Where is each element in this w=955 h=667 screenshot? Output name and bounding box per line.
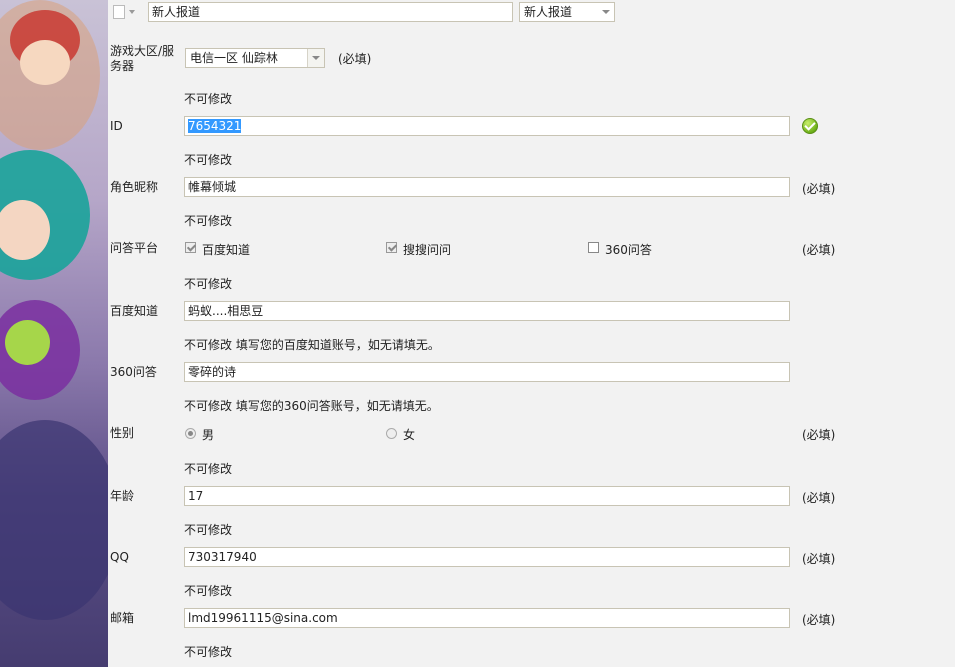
checkbox-360[interactable]	[588, 242, 599, 253]
qq-required: (必填)	[802, 552, 836, 566]
nickname-input[interactable]: 帷幕倾城	[184, 177, 790, 197]
radio-male-label: 男	[202, 428, 215, 442]
document-icon[interactable]	[113, 5, 125, 19]
email-required: (必填)	[802, 613, 836, 627]
chevron-down-icon[interactable]	[129, 10, 135, 14]
check-ok-icon	[802, 118, 818, 134]
id-note: 不可修改	[184, 92, 233, 106]
checkbox-360-label: 360问答	[605, 243, 652, 257]
id-value: 7654321	[188, 119, 242, 133]
platform-note: 不可修改	[184, 214, 233, 228]
decorative-art-panel	[0, 0, 108, 667]
baidu-input[interactable]: 蚂蚁....相思豆	[184, 301, 790, 321]
radio-male[interactable]	[185, 428, 196, 439]
age-label: 年龄	[110, 489, 135, 503]
category-select[interactable]: 新人报道	[519, 2, 615, 22]
checkbox-soso[interactable]	[386, 242, 397, 253]
platform-required: (必填)	[802, 243, 836, 257]
checkbox-soso-label: 搜搜问问	[403, 243, 452, 257]
gender-required: (必填)	[802, 428, 836, 442]
report-form: 新人报道 新人报道 游戏大区/服务器 电信一区 仙踪林 (必填) 不可修改 ID…	[108, 0, 955, 667]
nickname-required: (必填)	[802, 182, 836, 196]
platform-label: 问答平台	[110, 241, 159, 255]
email-note: 不可修改	[184, 584, 233, 598]
qq-label: QQ	[110, 550, 129, 564]
age-note: 不可修改	[184, 462, 233, 476]
age-input[interactable]: 17	[184, 486, 790, 506]
qq-note: 不可修改	[184, 523, 233, 537]
nickname-label: 角色昵称	[110, 180, 159, 194]
q360-label: 360问答	[110, 365, 157, 379]
age-required: (必填)	[802, 491, 836, 505]
footer-note: 不可修改	[184, 645, 233, 659]
gender-label: 性别	[110, 426, 135, 440]
email-label: 邮箱	[110, 611, 135, 625]
checkbox-baidu[interactable]	[185, 242, 196, 253]
checkbox-baidu-label: 百度知道	[202, 243, 251, 257]
id-input[interactable]: 7654321	[184, 116, 790, 136]
post-title-input[interactable]: 新人报道	[148, 2, 513, 22]
id-label: ID	[110, 119, 123, 133]
server-select[interactable]: 电信一区 仙踪林	[185, 48, 325, 68]
baidu-label: 百度知道	[110, 304, 159, 318]
radio-female-label: 女	[403, 428, 416, 442]
category-select-value: 新人报道	[524, 5, 573, 19]
email-input[interactable]: lmd19961115@sina.com	[184, 608, 790, 628]
baidu-hint: 不可修改 填写您的百度知道账号，如无请填无。	[184, 338, 440, 352]
q360-input[interactable]: 零碎的诗	[184, 362, 790, 382]
qq-input[interactable]: 730317940	[184, 547, 790, 567]
server-label: 游戏大区/服务器	[110, 44, 175, 73]
radio-female[interactable]	[386, 428, 397, 439]
chevron-down-icon	[307, 49, 324, 67]
baidu-note: 不可修改	[184, 277, 233, 291]
q360-hint: 不可修改 填写您的360问答账号，如无请填无。	[184, 399, 439, 413]
server-required: (必填)	[338, 52, 372, 66]
nickname-note: 不可修改	[184, 153, 233, 167]
server-select-value: 电信一区 仙踪林	[190, 51, 278, 65]
chevron-down-icon	[598, 3, 614, 21]
